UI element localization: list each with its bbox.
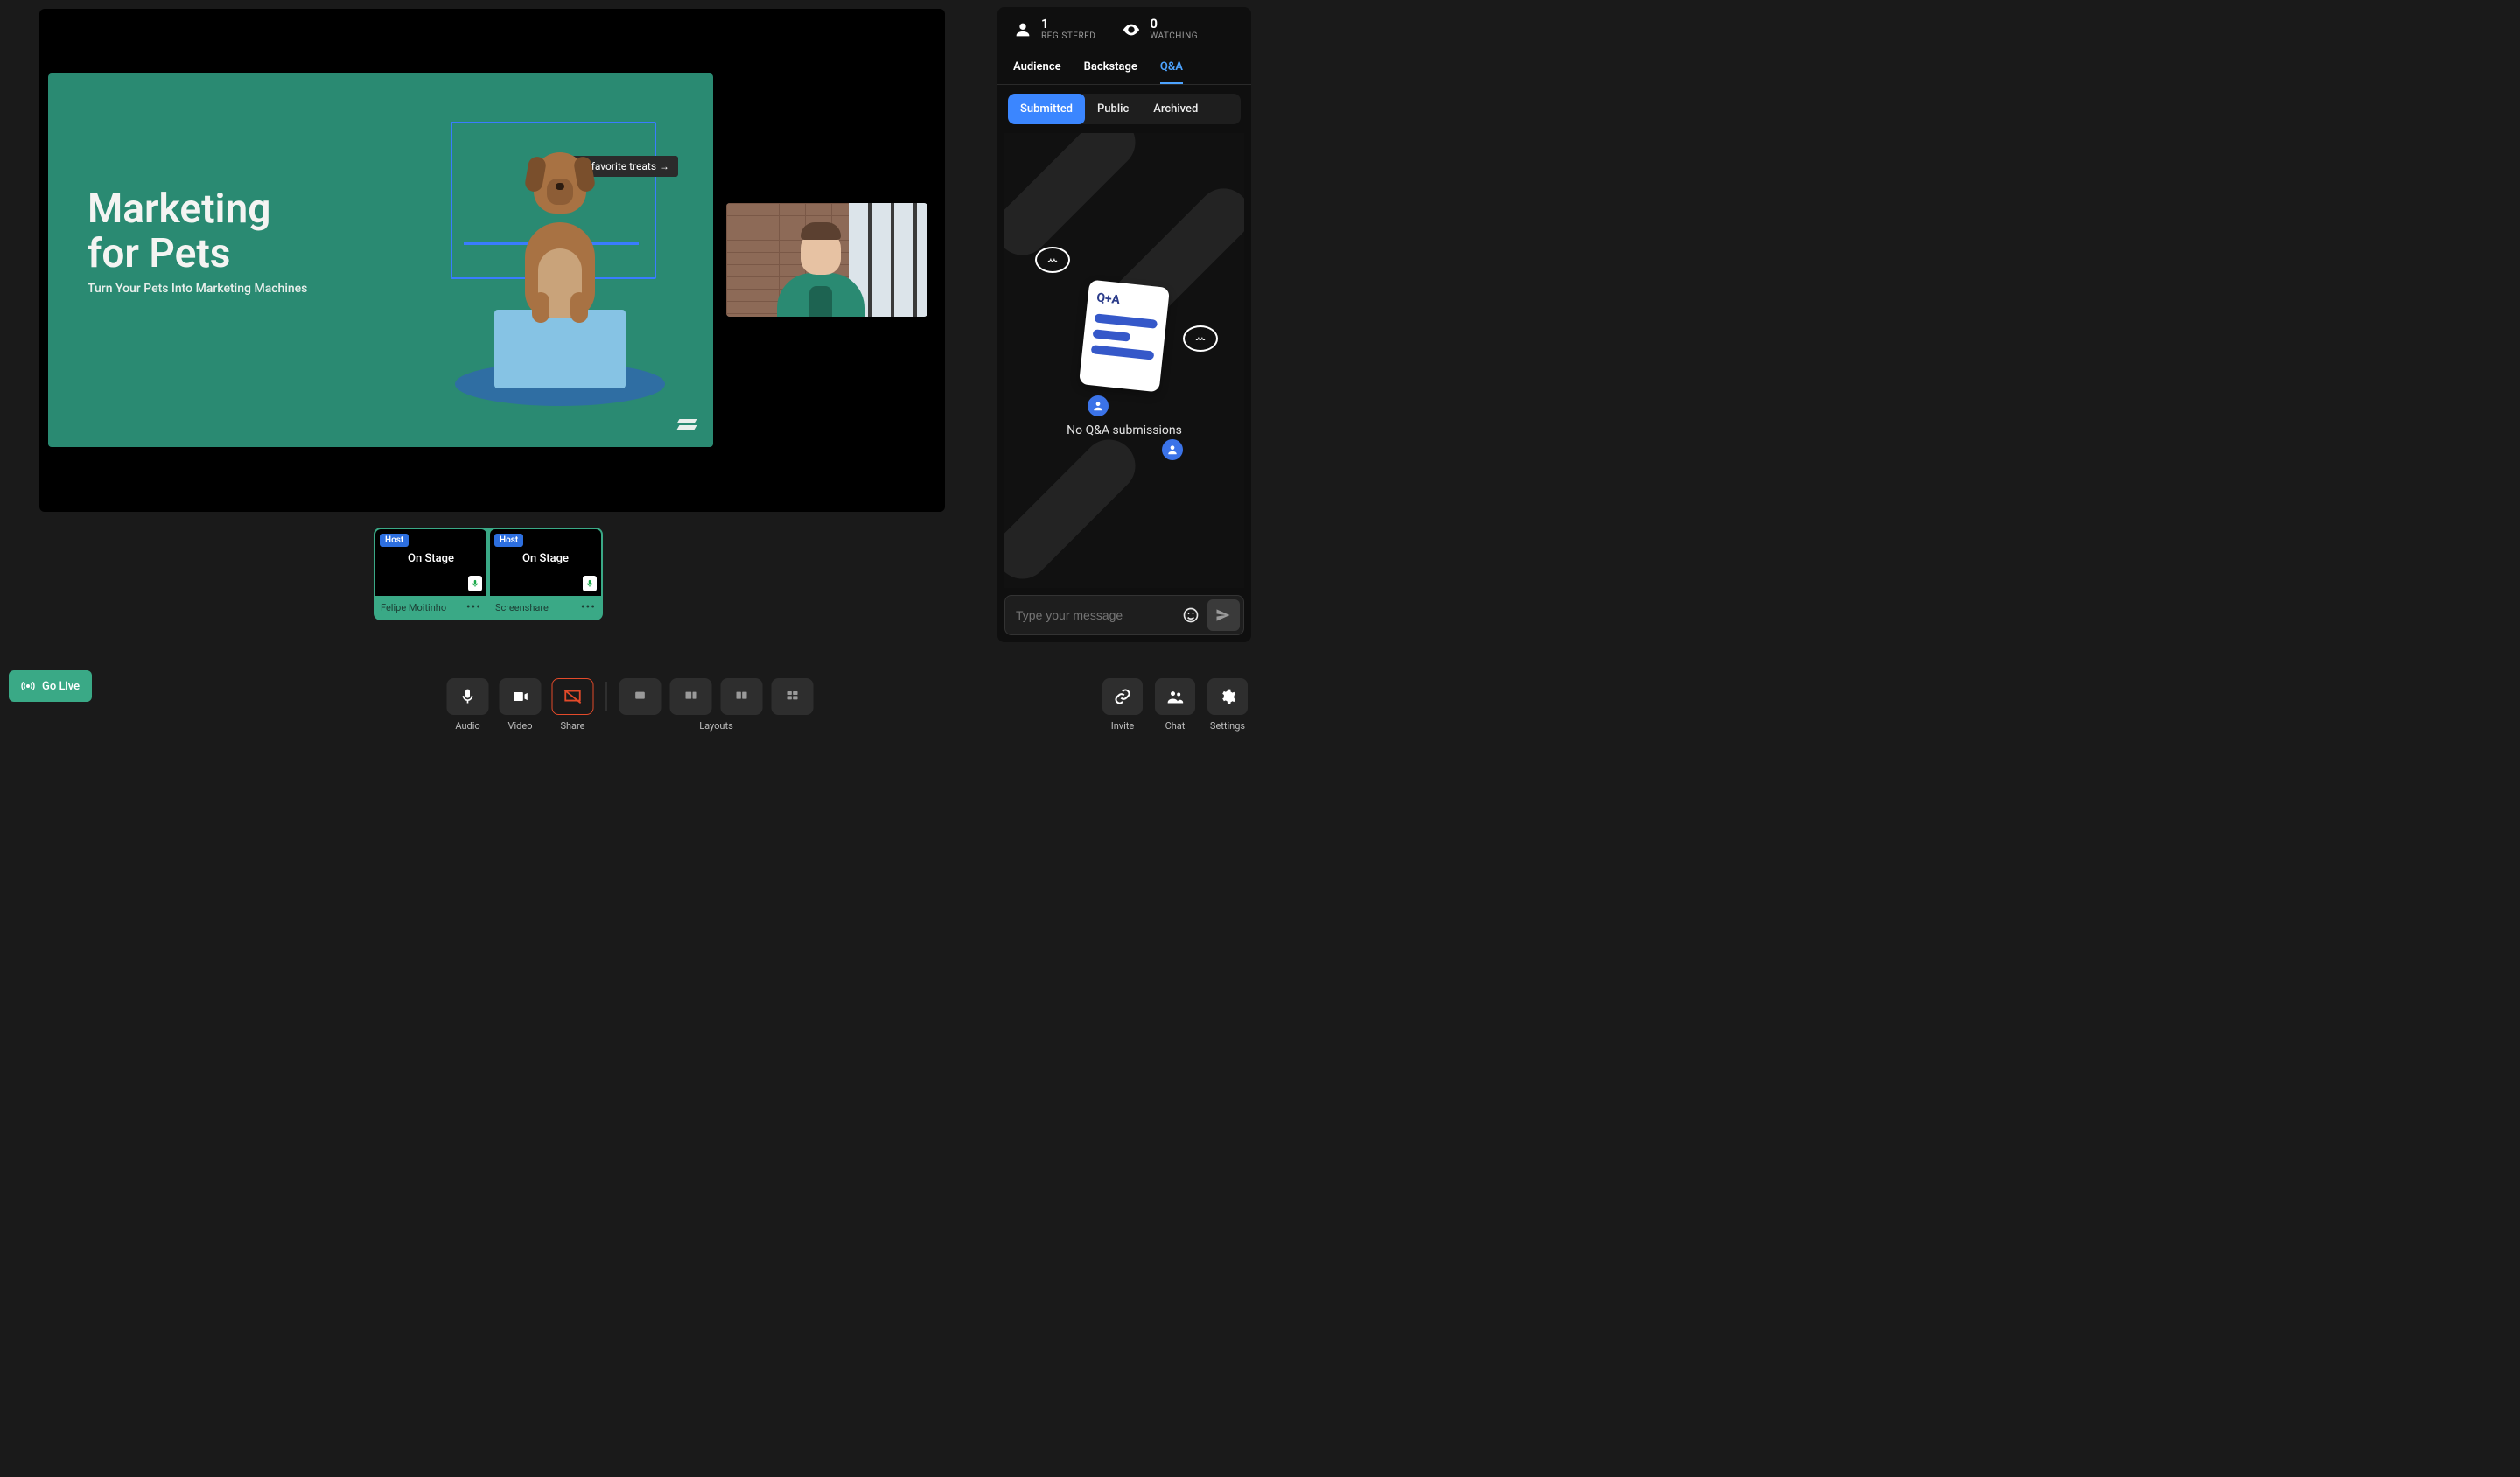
share-label: Share [560, 720, 584, 732]
registered-count: 1 [1041, 18, 1096, 31]
qa-filter-segment: Submitted Public Archived [1008, 94, 1241, 124]
slide-title: Marketing for Pets [88, 187, 270, 276]
tab-audience[interactable]: Audience [1013, 52, 1061, 84]
layout-sidebar-icon [682, 690, 700, 704]
settings-label: Settings [1210, 720, 1245, 732]
person-icon [1013, 20, 1032, 39]
eye-icon [1122, 20, 1141, 39]
emoji-button[interactable] [1180, 604, 1202, 626]
participant-name: Felipe Moitinho [381, 602, 446, 613]
watching-count: 0 [1150, 18, 1198, 31]
participant-status: On Stage [494, 552, 598, 565]
settings-button[interactable] [1208, 678, 1248, 715]
slide-graphic-dog [407, 91, 696, 424]
shared-slide: Marketing for Pets Turn Your Pets Into M… [48, 74, 713, 447]
participant-card[interactable]: Host On Stage Screenshare ••• [490, 529, 601, 619]
host-badge: Host [380, 534, 409, 547]
layouts-label: Layouts [699, 720, 733, 732]
layout-grid2-button[interactable] [721, 678, 763, 715]
tab-backstage[interactable]: Backstage [1084, 52, 1138, 84]
mic-icon [459, 688, 477, 705]
audio-label: Audio [455, 720, 480, 732]
send-button[interactable] [1208, 599, 1240, 631]
invite-button[interactable] [1102, 678, 1143, 715]
host-badge: Host [494, 534, 523, 547]
registered-label: REGISTERED [1041, 32, 1096, 41]
participant-card[interactable]: Host On Stage Felipe Moitinho ••• [375, 529, 486, 619]
participant-status: On Stage [379, 552, 483, 565]
layout-4grid-icon [784, 690, 802, 704]
filter-submitted[interactable]: Submitted [1008, 94, 1085, 124]
avatar-icon [1088, 396, 1109, 416]
participant-menu-button[interactable]: ••• [466, 600, 481, 614]
tab-qa[interactable]: Q&A [1160, 52, 1183, 84]
speech-bubble-icon [1035, 247, 1070, 273]
participants-tray: Host On Stage Felipe Moitinho ••• Host O… [374, 528, 603, 620]
video-button[interactable] [500, 678, 542, 715]
chat-button[interactable] [1155, 678, 1195, 715]
camera-icon [512, 688, 529, 705]
message-composer [1004, 595, 1244, 635]
layout-sidebar-button[interactable] [670, 678, 712, 715]
qa-empty-state: Q+A No Q&A submissions [1004, 133, 1244, 588]
layout-single-button[interactable] [620, 678, 662, 715]
people-icon [1166, 688, 1184, 705]
gear-icon [1219, 688, 1236, 705]
stage-preview: Marketing for Pets Turn Your Pets Into M… [39, 9, 945, 512]
invite-label: Invite [1111, 720, 1135, 732]
stat-watching: 0 WATCHING [1122, 18, 1198, 41]
presenter-video-tile[interactable] [726, 203, 928, 317]
toolbar-separator [606, 682, 607, 711]
participant-name: Screenshare [495, 602, 549, 613]
layout-single-icon [632, 690, 649, 704]
link-icon [1114, 688, 1131, 705]
screenshare-off-icon [564, 687, 583, 706]
filter-archived[interactable]: Archived [1141, 94, 1210, 124]
speech-bubble-icon [1183, 326, 1218, 352]
stat-registered: 1 REGISTERED [1013, 18, 1096, 41]
layout-grid4-button[interactable] [772, 678, 814, 715]
filter-public[interactable]: Public [1085, 94, 1141, 124]
video-label: Video [508, 720, 533, 732]
share-button[interactable] [552, 678, 594, 715]
avatar-icon [1162, 439, 1183, 460]
layout-2col-icon [733, 690, 751, 704]
chat-label: Chat [1166, 720, 1186, 732]
mic-active-icon [583, 576, 597, 592]
side-panel: 1 REGISTERED 0 WATCHING Audience Backsta… [998, 7, 1251, 642]
watching-label: WATCHING [1150, 32, 1198, 41]
qa-card-illustration: Q+A [1079, 280, 1170, 393]
participant-menu-button[interactable]: ••• [581, 600, 596, 614]
mic-active-icon [468, 576, 482, 592]
brand-logo-icon [678, 419, 696, 431]
audio-button[interactable] [447, 678, 489, 715]
slide-subtitle: Turn Your Pets Into Marketing Machines [88, 282, 307, 296]
message-input[interactable] [1016, 608, 1174, 622]
